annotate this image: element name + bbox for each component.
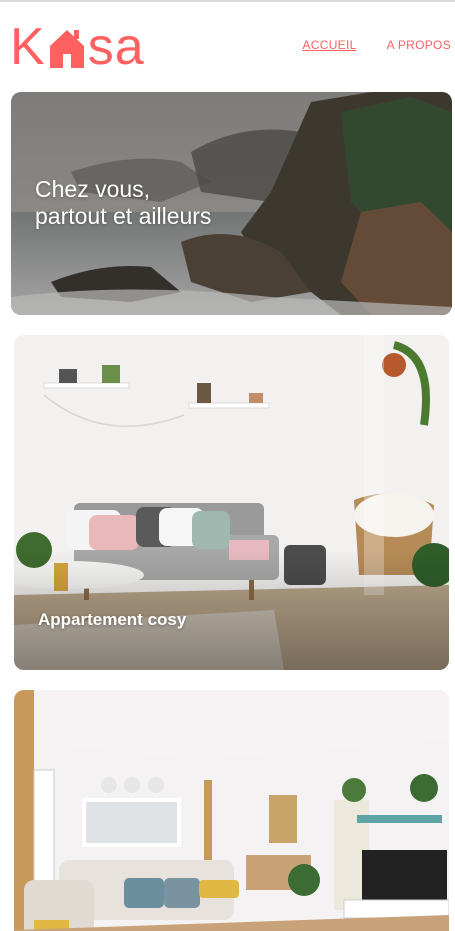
listing-card[interactable] — [14, 690, 449, 931]
hero-banner: Chez vous, partout et ailleurs — [11, 92, 452, 315]
house-icon — [49, 30, 84, 68]
hero-title-line-2: partout et ailleurs — [35, 203, 212, 229]
main-nav: ACCUEIL A PROPOS — [302, 38, 451, 52]
logo-letter-s: s — [87, 18, 115, 76]
nav-link-accueil[interactable]: ACCUEIL — [302, 38, 356, 52]
listing-title: Appartement cosy — [38, 610, 187, 629]
listing-card[interactable]: Appartement cosy — [14, 335, 449, 670]
nav-link-a-propos[interactable]: A PROPOS — [387, 38, 451, 52]
logo-letter-a: a — [114, 18, 145, 76]
hero-title-line-1: Chez vous, — [35, 176, 151, 202]
listing-image — [14, 690, 449, 931]
site-header: K s a ACCUEIL A PROPOS — [0, 2, 455, 90]
logo-letter-k: K — [10, 18, 46, 76]
logo[interactable]: K s a — [10, 18, 145, 76]
hero-title: Chez vous, partout et ailleurs — [35, 176, 211, 230]
